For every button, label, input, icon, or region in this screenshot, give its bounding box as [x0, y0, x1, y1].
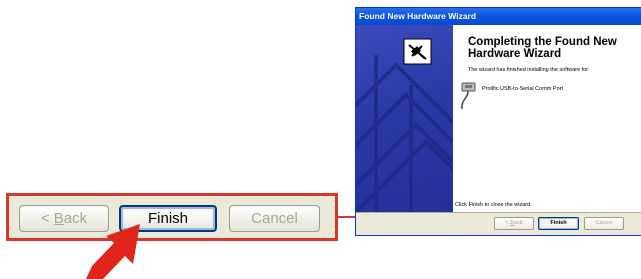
- button-separator: [356, 212, 641, 213]
- finish-button[interactable]: Finish: [538, 217, 579, 230]
- close-hint-text: Click Finish to close the wizard.: [455, 202, 532, 208]
- wizard-content: Completing the Found New Hardware Wizard…: [453, 25, 641, 212]
- window-titlebar: Found New Hardware Wizard: [356, 8, 641, 25]
- hardware-wizard-icon: [403, 38, 432, 65]
- wizard-heading: Completing the Found New Hardware Wizard: [468, 36, 617, 60]
- sidebar-pattern: [356, 38, 453, 212]
- device-name: Prolific USB-to-Serial Comm Port: [482, 86, 563, 92]
- wizard-sidebar-graphic: [356, 25, 453, 212]
- cancel-button[interactable]: Cancel: [584, 217, 624, 230]
- back-suffix: ack: [513, 220, 523, 226]
- wizard-intro-text: The wizard has finished installing the s…: [468, 67, 590, 73]
- hardware-wizard-window: Found New Hardware Wizard Completing the…: [355, 7, 641, 236]
- serial-port-icon: [461, 82, 476, 110]
- back-button[interactable]: < Back: [494, 217, 534, 230]
- red-pointer-arrow: [86, 224, 140, 279]
